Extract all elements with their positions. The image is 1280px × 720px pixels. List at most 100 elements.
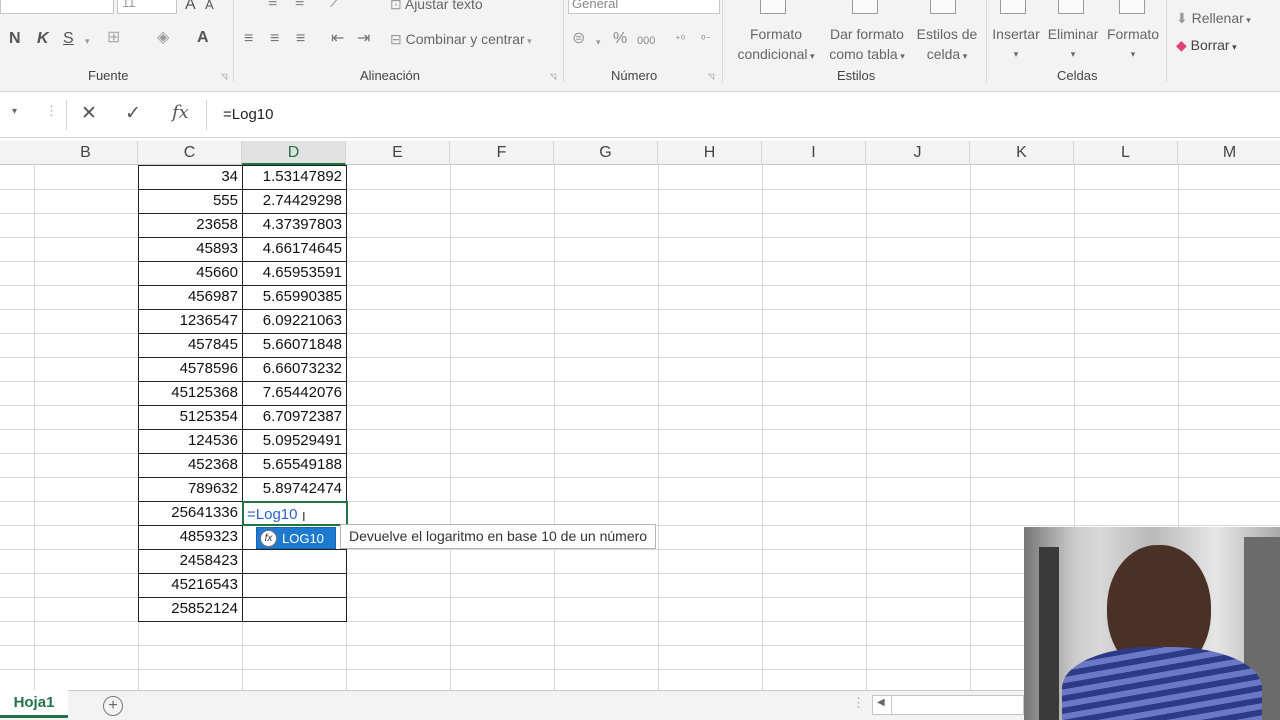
merge-center-button[interactable]: ⊟ Combinar y centrar ▾ <box>390 29 532 51</box>
column-header-d[interactable]: D <box>242 141 346 165</box>
cell-d[interactable]: 5.66071848 <box>243 333 346 357</box>
font-dialog-launcher-icon[interactable]: ◹ <box>221 72 227 81</box>
decrease-decimal-icon[interactable]: ⁰⁻ <box>701 31 711 49</box>
cell-c[interactable]: 1236547 <box>139 309 242 333</box>
cell-c[interactable]: 23658 <box>139 213 242 237</box>
cell-c[interactable]: 25852124 <box>139 597 242 621</box>
delete-button[interactable]: Eliminar ▾ <box>1045 24 1101 64</box>
table-format-button[interactable]: Dar formato como tabla ▾ <box>822 24 912 66</box>
merge-dropdown-icon: ▾ <box>524 36 532 46</box>
horizontal-scrollbar[interactable]: ◀ <box>872 695 1024 715</box>
increase-font-icon[interactable]: A <box>185 0 196 14</box>
currency-icon[interactable]: ⊜ <box>572 30 585 48</box>
cell-d[interactable] <box>243 549 346 573</box>
clear-button[interactable]: ◆ Borrar ▾ <box>1176 35 1237 57</box>
cell-c[interactable]: 457845 <box>139 333 242 357</box>
cell-c[interactable]: 555 <box>139 189 242 213</box>
name-box-dropdown-icon[interactable]: ▾ <box>12 106 17 117</box>
insert-button[interactable]: Insertar ▾ <box>988 24 1044 64</box>
cell-c[interactable]: 4578596 <box>139 357 242 381</box>
fill-button[interactable]: ⬇ Rellenar ▾ <box>1176 8 1251 30</box>
cell-c[interactable]: 45125368 <box>139 381 242 405</box>
conditional-format-button[interactable]: Formato condicional ▾ <box>728 24 824 66</box>
cell-d[interactable]: 5.65549188 <box>243 453 346 477</box>
cell-d[interactable]: 5.89742474 <box>243 477 346 501</box>
column-header-c[interactable]: C <box>138 141 242 165</box>
bold-button[interactable]: N <box>9 30 21 48</box>
tab-split-grip-icon[interactable]: ⋮ <box>852 695 865 711</box>
cell-d[interactable]: 5.09529491 <box>243 429 346 453</box>
scroll-left-icon[interactable]: ◀ <box>877 697 885 708</box>
cell-d[interactable]: 4.66174645 <box>243 237 346 261</box>
cancel-entry-icon[interactable]: ✕ <box>81 102 97 125</box>
font-size-combo[interactable]: 11 <box>117 0 177 14</box>
column-header-e[interactable]: E <box>346 141 450 165</box>
cell-d[interactable]: 4.37397803 <box>243 213 346 237</box>
cell-d[interactable]: 6.09221063 <box>243 309 346 333</box>
cell-d[interactable]: 4.65953591 <box>243 261 346 285</box>
decrease-indent-icon[interactable]: ⇤ <box>331 30 344 48</box>
column-header-k[interactable]: K <box>970 141 1074 165</box>
insert-function-icon[interactable]: fx <box>172 102 189 123</box>
column-header-g[interactable]: G <box>554 141 658 165</box>
increase-decimal-icon[interactable]: ⁺⁰ <box>675 31 685 49</box>
fill-color-icon[interactable]: ◈ <box>157 29 169 47</box>
align-top-icon[interactable]: ≡ <box>268 0 277 12</box>
thousands-button[interactable]: 000 <box>637 32 655 50</box>
sheet-tab-hoja1[interactable]: Hoja1 <box>0 690 68 718</box>
increase-indent-icon[interactable]: ⇥ <box>357 30 370 48</box>
add-sheet-icon[interactable]: + <box>103 696 123 716</box>
cell-d[interactable]: 7.65442076 <box>243 381 346 405</box>
column-header-b[interactable]: B <box>34 141 138 165</box>
cell-d[interactable]: 2.74429298 <box>243 189 346 213</box>
cell-d[interactable] <box>243 597 346 621</box>
cell-c[interactable]: 5125354 <box>139 405 242 429</box>
align-middle-icon[interactable]: ≡ <box>295 0 304 12</box>
number-dialog-launcher-icon[interactable]: ◹ <box>708 72 714 81</box>
percent-button[interactable]: % <box>613 30 627 48</box>
cell-c[interactable]: 25641336 <box>139 501 242 525</box>
align-left-icon[interactable]: ≡ <box>244 30 253 48</box>
cell-c[interactable]: 45660 <box>139 261 242 285</box>
column-header-f[interactable]: F <box>450 141 554 165</box>
cell-c[interactable]: 45893 <box>139 237 242 261</box>
underline-button[interactable]: S <box>63 30 74 48</box>
borders-icon[interactable]: ⊞ <box>107 29 120 47</box>
confirm-entry-icon[interactable]: ✓ <box>125 102 141 125</box>
column-header-m[interactable]: M <box>1178 141 1280 165</box>
decrease-font-icon[interactable]: A <box>205 0 214 14</box>
active-cell-editing[interactable]: =Log10 <box>242 501 348 526</box>
cell-c[interactable]: 45216543 <box>139 573 242 597</box>
alignment-dialog-launcher-icon[interactable]: ◹ <box>550 72 556 81</box>
cell-d[interactable] <box>243 573 346 597</box>
autocomplete-item[interactable]: fx LOG10 <box>256 527 336 549</box>
font-name-combo[interactable] <box>0 0 114 14</box>
cell-styles-button[interactable]: Estilos de celda ▾ <box>912 24 982 66</box>
cell-d[interactable]: 6.66073232 <box>243 357 346 381</box>
cell-d[interactable]: 5.65990385 <box>243 285 346 309</box>
cell-c[interactable]: 452368 <box>139 453 242 477</box>
column-header-i[interactable]: I <box>762 141 866 165</box>
column-header-l[interactable]: L <box>1074 141 1178 165</box>
column-header-h[interactable]: H <box>658 141 762 165</box>
underline-dropdown-icon[interactable]: ▾ <box>85 32 90 50</box>
italic-button[interactable]: K <box>37 30 49 48</box>
formula-input[interactable]: =Log10 <box>206 100 1280 130</box>
cell-d[interactable]: 6.70972387 <box>243 405 346 429</box>
align-right-icon[interactable]: ≡ <box>296 30 305 48</box>
align-center-icon[interactable]: ≡ <box>270 30 279 48</box>
column-header-j[interactable]: J <box>866 141 970 165</box>
cell-c[interactable]: 456987 <box>139 285 242 309</box>
cell-c[interactable]: 124536 <box>139 429 242 453</box>
cell-c[interactable]: 789632 <box>139 477 242 501</box>
wrap-text-button[interactable]: ⊡ Ajustar texto <box>390 0 483 14</box>
cell-c[interactable]: 4859323 <box>139 525 242 549</box>
currency-dropdown-icon[interactable]: ▾ <box>596 33 601 51</box>
cell-c[interactable]: 2458423 <box>139 549 242 573</box>
format-button[interactable]: Formato ▾ <box>1102 24 1164 64</box>
cell-c[interactable]: 34 <box>139 165 242 189</box>
font-color-icon[interactable]: A <box>197 29 209 47</box>
number-format-combo[interactable]: General <box>568 0 720 14</box>
cell-d[interactable]: 1.53147892 <box>243 165 346 189</box>
orientation-icon[interactable]: ⟋ <box>330 0 341 12</box>
